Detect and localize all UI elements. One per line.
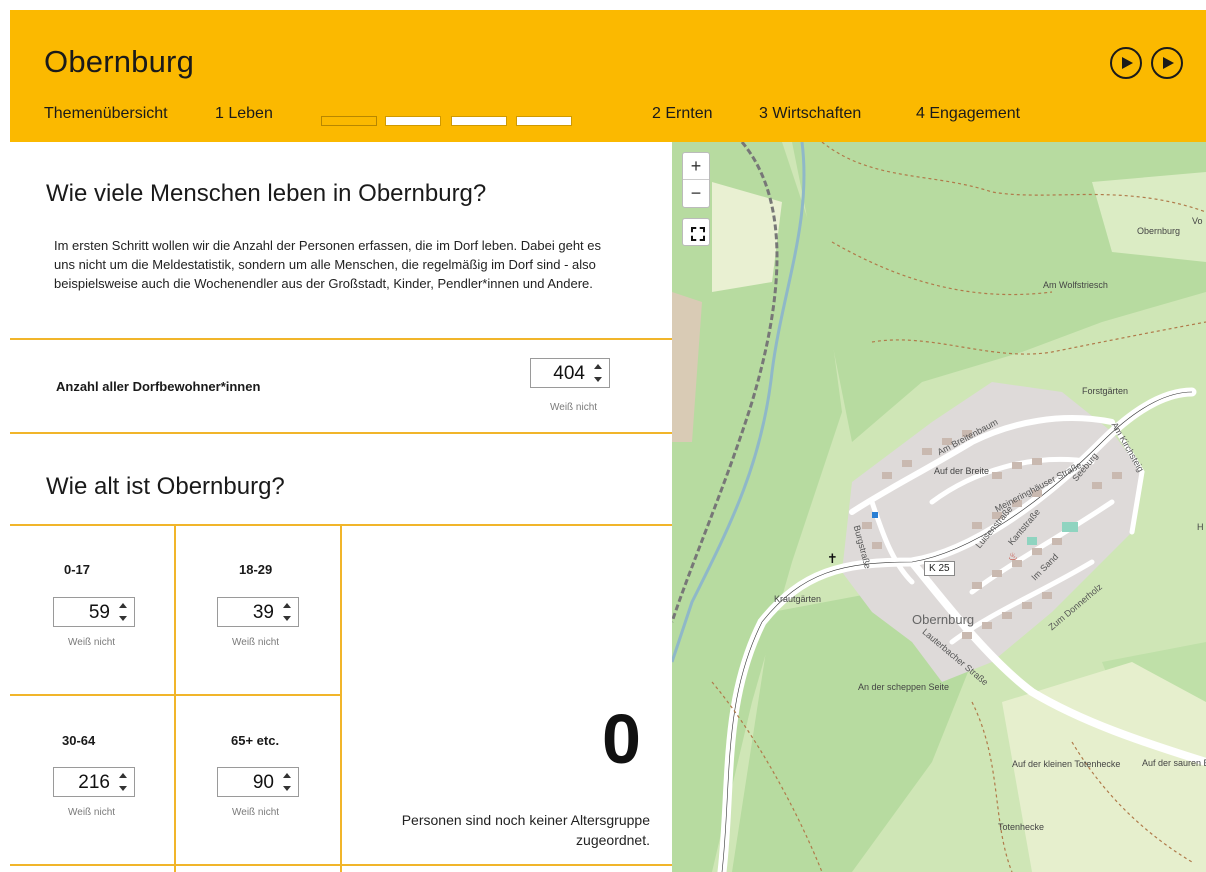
age-group-label: 65+ etc. <box>231 733 280 748</box>
unassigned-count: 0 <box>602 700 641 778</box>
map-label: Auf der sauren Breite <box>1142 758 1206 768</box>
questionnaire-panel: Wie viele Menschen leben in Obernburg? I… <box>10 142 672 872</box>
page-title: Obernburg <box>44 44 195 79</box>
map-label: Vo <box>1192 216 1203 226</box>
stepper-arrows-icon[interactable] <box>117 771 129 793</box>
app-header: Obernburg Themenübersicht 1 Leben 2 Ernt… <box>10 10 1206 142</box>
progress-step-2[interactable] <box>385 116 441 126</box>
residents-unknown-link[interactable]: Weiß nicht <box>550 402 597 413</box>
age-0-17-unknown-link[interactable]: Weiß nicht <box>68 637 115 648</box>
divider <box>340 524 342 872</box>
people-intro-text: Im ersten Schritt wollen wir die Anzahl … <box>54 238 601 291</box>
progress-step-3[interactable] <box>451 116 507 126</box>
age-group-label: 30-64 <box>62 733 96 748</box>
play-icon[interactable] <box>1110 47 1142 79</box>
map-place-label: Obernburg <box>912 612 975 627</box>
residents-input[interactable]: 404 <box>530 358 610 388</box>
fullscreen-icon[interactable] <box>682 218 710 246</box>
progress-step-1[interactable] <box>321 116 377 126</box>
age-group-label: 18-29 <box>239 562 273 577</box>
age-18-29-input[interactable]: 39 <box>217 597 299 627</box>
people-heading: Wie viele Menschen leben in Obernburg? <box>46 180 487 207</box>
age-65-plus-value: 90 <box>252 772 274 793</box>
map-label: Forstgärten <box>1082 386 1129 396</box>
map-label: Auf der kleinen Totenhecke <box>1012 759 1121 769</box>
divider <box>10 864 672 866</box>
age-65-plus-input[interactable]: 90 <box>217 767 299 797</box>
residents-label: Anzahl aller Dorfbewohner*innen <box>56 379 261 394</box>
age-30-64-value: 216 <box>78 772 110 793</box>
age-30-64-unknown-link[interactable]: Weiß nicht <box>68 807 115 818</box>
divider <box>10 338 672 340</box>
map-label: Totenhecke <box>998 822 1045 832</box>
zoom-in-button[interactable]: + <box>683 153 709 180</box>
progress-step-4[interactable] <box>516 116 572 126</box>
play-next-icon[interactable] <box>1151 47 1183 79</box>
age-0-17-value: 59 <box>88 602 110 623</box>
map-view[interactable]: ✝ ♨ + − Obernburg Vo Am Wolfstriesch For… <box>672 142 1206 872</box>
divider <box>174 524 176 872</box>
divider <box>10 432 672 434</box>
nav-step-engagement[interactable]: 4 Engagement <box>916 105 1020 123</box>
zoom-out-button[interactable]: − <box>683 180 709 207</box>
nav-step-wirtschaften[interactable]: 3 Wirtschaften <box>759 105 861 123</box>
residents-value: 404 <box>553 363 585 384</box>
age-65-plus-unknown-link[interactable]: Weiß nicht <box>232 807 279 818</box>
age-30-64-input[interactable]: 216 <box>53 767 135 797</box>
svg-text:✝: ✝ <box>827 552 838 567</box>
stepper-arrows-icon[interactable] <box>281 771 293 793</box>
stepper-arrows-icon[interactable] <box>281 601 293 623</box>
nav-step-ernten[interactable]: 2 Ernten <box>652 105 712 123</box>
nav-overview-link[interactable]: Themenübersicht <box>44 105 168 123</box>
nav-step-leben[interactable]: 1 Leben <box>215 105 273 123</box>
stepper-arrows-icon[interactable] <box>592 362 604 384</box>
map-label: Obernburg <box>1137 226 1181 236</box>
stepper-arrows-icon[interactable] <box>117 601 129 623</box>
map-label: Krautgärten <box>774 594 822 604</box>
unassigned-text: Personen sind noch keiner Altersgruppe z… <box>401 812 650 848</box>
map-label: Auf der Breite <box>934 466 990 476</box>
age-heading: Wie alt ist Obernburg? <box>46 473 285 500</box>
road-number-badge: K 25 <box>924 561 955 576</box>
svg-text:♨: ♨ <box>1008 550 1018 563</box>
map-label: An der scheppen Seite <box>858 682 950 692</box>
map-label: Am Wolfstriesch <box>1043 280 1108 290</box>
age-group-label: 0-17 <box>64 562 91 577</box>
map-label: H <box>1197 522 1204 532</box>
age-18-29-value: 39 <box>252 602 274 623</box>
age-0-17-input[interactable]: 59 <box>53 597 135 627</box>
divider <box>10 694 342 696</box>
map-canvas: ✝ ♨ <box>672 142 1206 872</box>
age-18-29-unknown-link[interactable]: Weiß nicht <box>232 637 279 648</box>
zoom-controls: + − <box>682 152 710 208</box>
